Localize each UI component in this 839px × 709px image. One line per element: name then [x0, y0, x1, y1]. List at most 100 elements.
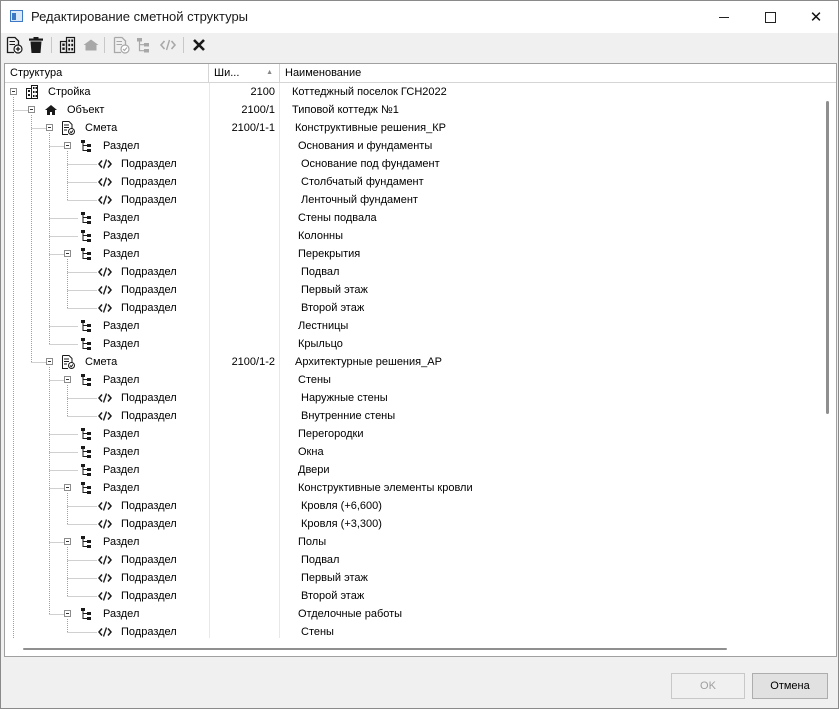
name-cell: Основания и фундаменты	[280, 137, 819, 155]
collapse-toggle[interactable]	[28, 106, 35, 113]
collapse-toggle[interactable]	[64, 484, 71, 491]
structure-cell: Подраздел	[5, 569, 209, 587]
name-cell: Полы	[280, 533, 819, 551]
structure-cell: Стройка	[5, 83, 209, 101]
structure-cell: Подраздел	[5, 299, 209, 317]
section-icon	[79, 229, 93, 243]
collapse-toggle[interactable]	[64, 250, 71, 257]
tree-row-subsection[interactable]: Подраздел Второй этаж	[5, 299, 819, 317]
tree-row-subsection[interactable]: Подраздел Ленточный фундамент	[5, 191, 819, 209]
structure-cell: Раздел	[5, 443, 209, 461]
tree-row-section[interactable]: Раздел Полы	[5, 533, 819, 551]
name-cell: Конструктивные решения_КР	[280, 119, 819, 137]
tree-row-subsection[interactable]: Подраздел Второй этаж	[5, 587, 819, 605]
subsection-icon	[98, 193, 112, 207]
document-add-icon	[5, 36, 23, 54]
tree-row-estimate[interactable]: Смета 2100/1-2 Архитектурные решения_АР	[5, 353, 819, 371]
collapse-toggle[interactable]	[46, 358, 53, 365]
column-header-structure[interactable]: Структура	[5, 64, 209, 82]
name-cell: Типовой коттедж №1	[280, 101, 819, 119]
add-item-button[interactable]	[4, 35, 24, 55]
collapse-toggle[interactable]	[64, 538, 71, 545]
name-text: Крыльцо	[298, 338, 343, 350]
collapse-toggle[interactable]	[64, 142, 71, 149]
structure-cell: Смета	[5, 119, 209, 137]
tree-row-section[interactable]: Раздел Стены	[5, 371, 819, 389]
name-cell: Стены подвала	[280, 209, 819, 227]
tree-row-section[interactable]: Раздел Перегородки	[5, 425, 819, 443]
tree-row-estimate[interactable]: Смета 2100/1-1 Конструктивные решения_КР	[5, 119, 819, 137]
name-text: Окна	[298, 446, 324, 458]
tree-row-subsection[interactable]: Подраздел Столбчатый фундамент	[5, 173, 819, 191]
tree-row-section[interactable]: Раздел Колонны	[5, 227, 819, 245]
cancel-x-button[interactable]	[189, 35, 209, 55]
close-button[interactable]: ✕	[793, 1, 839, 33]
horizontal-scrollbar[interactable]	[5, 640, 821, 654]
code-cell: 2100	[209, 83, 280, 101]
structure-cell: Подраздел	[5, 155, 209, 173]
tree-row-section[interactable]: Раздел Лестницы	[5, 317, 819, 335]
minimize-button[interactable]	[701, 1, 747, 33]
tree-row-subsection[interactable]: Подраздел Кровля (+6,600)	[5, 497, 819, 515]
collapse-toggle[interactable]	[64, 610, 71, 617]
tree-row-subsection[interactable]: Подраздел Подвал	[5, 263, 819, 281]
tree-row-subsection[interactable]: Подраздел Первый этаж	[5, 281, 819, 299]
tree-row-section[interactable]: Раздел Конструктивные элементы кровли	[5, 479, 819, 497]
name-cell: Наружные стены	[280, 389, 819, 407]
tree-row-section[interactable]: Раздел Стены подвала	[5, 209, 819, 227]
name-text: Подвал	[301, 266, 340, 278]
add-subsection-button[interactable]	[158, 35, 178, 55]
structure-label: Подраздел	[121, 626, 177, 638]
cancel-button[interactable]: Отмена	[752, 673, 828, 699]
collapse-toggle[interactable]	[64, 376, 71, 383]
structure-label: Подраздел	[121, 284, 177, 296]
name-cell: Конструктивные элементы кровли	[280, 479, 819, 497]
tree-row-subsection[interactable]: Подраздел Наружные стены	[5, 389, 819, 407]
horizontal-scroll-thumb[interactable]	[23, 648, 727, 650]
app-window-icon	[10, 10, 23, 22]
add-construction-button[interactable]	[58, 35, 78, 55]
section-icon	[79, 211, 93, 225]
tree-row-subsection[interactable]: Подраздел Кровля (+3,300)	[5, 515, 819, 533]
tree-row-section[interactable]: Раздел Перекрытия	[5, 245, 819, 263]
name-text: Лестницы	[298, 320, 349, 332]
tree-row-subsection[interactable]: Подраздел Основание под фундамент	[5, 155, 819, 173]
tree-row-section[interactable]: Раздел Отделочные работы	[5, 605, 819, 623]
tree-row-section[interactable]: Раздел Основания и фундаменты	[5, 137, 819, 155]
delete-item-button[interactable]	[26, 35, 46, 55]
vertical-scroll-thumb[interactable]	[826, 101, 829, 414]
vertical-scrollbar[interactable]	[821, 83, 835, 638]
structure-label: Подраздел	[121, 572, 177, 584]
maximize-button[interactable]	[747, 1, 793, 33]
name-cell: Двери	[280, 461, 819, 479]
column-header-code[interactable]: Ши... ▲	[209, 64, 280, 82]
tree-row-object[interactable]: Объект 2100/1 Типовой коттедж №1	[5, 101, 819, 119]
column-header-name[interactable]: Наименование	[280, 64, 819, 82]
ok-button[interactable]: OK	[671, 673, 745, 699]
code-cell	[209, 173, 280, 191]
collapse-toggle[interactable]	[10, 88, 17, 95]
tree-row-subsection[interactable]: Подраздел Стены	[5, 623, 819, 638]
name-cell: Внутренние стены	[280, 407, 819, 425]
tree-row-section[interactable]: Раздел Окна	[5, 443, 819, 461]
estimate-icon	[112, 36, 130, 54]
add-object-button[interactable]	[81, 35, 101, 55]
tree-row-subsection[interactable]: Подраздел Подвал	[5, 551, 819, 569]
tree-row-construction[interactable]: Стройка 2100 Коттеджный поселок ГСН2022	[5, 83, 819, 101]
structure-cell: Раздел	[5, 371, 209, 389]
structure-label: Раздел	[103, 608, 140, 620]
tree-row-section[interactable]: Раздел Крыльцо	[5, 335, 819, 353]
code-cell	[209, 299, 280, 317]
trash-icon	[27, 36, 45, 54]
structure-label: Раздел	[103, 446, 140, 458]
tree-row-subsection[interactable]: Подраздел Внутренние стены	[5, 407, 819, 425]
structure-label: Раздел	[103, 482, 140, 494]
object-icon	[44, 103, 58, 117]
add-section-button[interactable]	[133, 35, 153, 55]
structure-label: Раздел	[103, 338, 140, 350]
add-estimate-button[interactable]	[111, 35, 131, 55]
tree-row-subsection[interactable]: Подраздел Первый этаж	[5, 569, 819, 587]
structure-label: Подраздел	[121, 176, 177, 188]
tree-row-section[interactable]: Раздел Двери	[5, 461, 819, 479]
collapse-toggle[interactable]	[46, 124, 53, 131]
